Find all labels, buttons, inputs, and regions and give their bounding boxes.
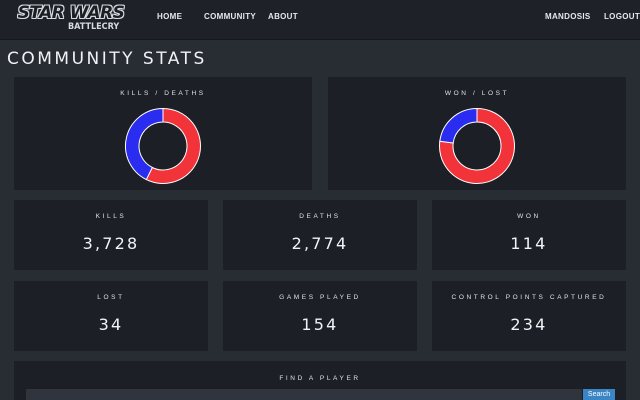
page-title: COMMUNITY STATS [7,49,207,69]
kills-stat-label: KILLS [95,213,127,220]
won-lost-chart-panel: WON / LOST [328,77,626,190]
kills-deaths-chart-label: KILLS / DEATHS [120,90,206,97]
search-button[interactable]: Search [583,389,615,400]
player-search-input[interactable] [26,389,582,400]
control-points-stat-panel: CONTROL POINTS CAPTURED 234 [432,281,626,351]
nav-home-link[interactable]: HOME [157,12,182,22]
games-played-stat-value: 154 [301,315,339,334]
control-points-stat-value: 234 [510,315,548,334]
kills-stat-value: 3,728 [82,234,140,253]
find-player-label: FIND A PLAYER [279,375,361,382]
nav-logout-link[interactable]: LOGOUT [604,12,640,22]
lost-stat-label: LOST [97,294,125,301]
won-lost-chart-label: WON / LOST [444,90,510,97]
lost-stat-value: 34 [98,315,124,334]
top-navbar: STAR WARS BATTLECRY HOME COMMUNITY ABOUT… [0,0,640,40]
deaths-stat-value: 2,774 [291,234,349,253]
lost-stat-panel: LOST 34 [14,281,208,351]
logo-subtitle: BATTLECRY [68,22,120,32]
won-lost-donut-chart [439,107,515,184]
deaths-stat-panel: DEATHS 2,774 [223,200,417,270]
won-stat-label: WON [517,213,541,220]
star-wars-battlecry-logo[interactable]: STAR WARS BATTLECRY [14,3,128,35]
logo-title: STAR WARS [17,3,125,23]
games-played-stat-panel: GAMES PLAYED 154 [223,281,417,351]
control-points-stat-label: CONTROL POINTS CAPTURED [451,294,607,301]
kills-deaths-chart-panel: KILLS / DEATHS [14,77,312,190]
kills-stat-panel: KILLS 3,728 [14,200,208,270]
won-lost-lost-slice[interactable] [439,107,478,144]
deaths-stat-label: DEATHS [299,213,341,220]
games-played-stat-label: GAMES PLAYED [279,294,361,301]
nav-community-link[interactable]: COMMUNITY [204,12,256,22]
nav-about-link[interactable]: ABOUT [268,12,298,22]
kills-deaths-donut-chart [125,107,201,184]
won-stat-value: 114 [510,234,548,253]
won-stat-panel: WON 114 [432,200,626,270]
nav-user-link[interactable]: MANDOSIS [545,12,591,22]
